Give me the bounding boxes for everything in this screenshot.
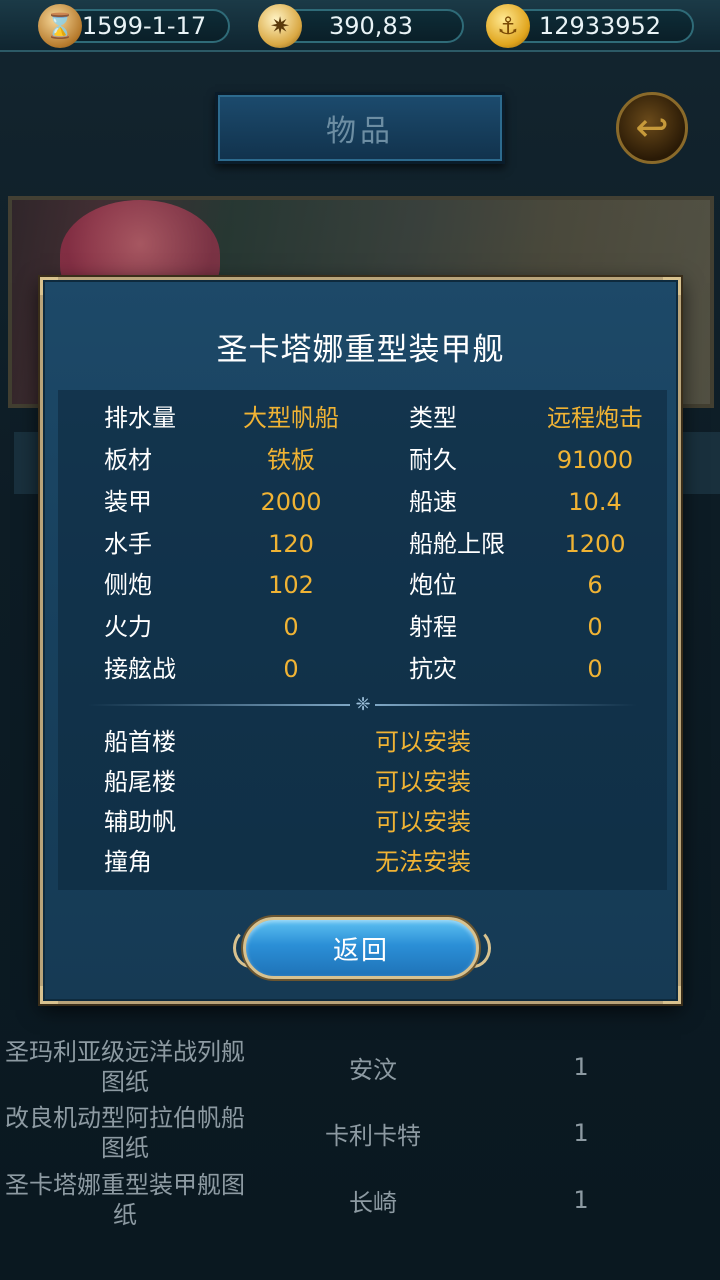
back-button[interactable]: ↩ [616, 92, 688, 164]
stat-label-firepower: 火力 [104, 613, 152, 641]
stat-label-displacement: 排水量 [104, 404, 176, 432]
equip-label-sterncastle: 船尾楼 [104, 768, 176, 796]
stat-value-boarding: 0 [283, 655, 299, 683]
list-item[interactable]: 圣卡塔娜重型装甲舰图纸 长崎 1 [0, 1167, 720, 1233]
item-count: 1 [573, 1053, 589, 1081]
item-name: 改良机动型阿拉伯帆船图纸 [5, 1104, 245, 1162]
stat-label-sailors: 水手 [104, 530, 152, 558]
coordinates-text: 390,83 [329, 12, 413, 40]
corner-ornament [40, 986, 58, 1004]
corner-ornament [663, 277, 681, 295]
corner-ornament [663, 986, 681, 1004]
item-count: 1 [573, 1119, 589, 1147]
item-count: 1 [573, 1186, 589, 1214]
anchor-icon: ⚓ [486, 4, 530, 48]
stat-value-displacement: 大型帆船 [243, 404, 339, 432]
stat-value-cargo-limit: 1200 [564, 530, 626, 558]
stat-value-firepower: 0 [283, 613, 299, 641]
resource-bar: 1599-1-17 ⌛ 390,83 ✷ 12933952 ⚓ [0, 0, 720, 52]
stat-label-side-cannons: 侧炮 [104, 571, 152, 599]
gold-text: 12933952 [538, 12, 662, 40]
stat-value-side-cannons: 102 [268, 571, 314, 599]
ship-name-title: 圣卡塔娜重型装甲舰 [216, 332, 505, 368]
return-button[interactable]: 返回 [243, 917, 479, 979]
compass-icon: ✷ [258, 4, 302, 48]
stat-label-boarding: 接舷战 [104, 655, 176, 683]
equip-label-forecastle: 船首楼 [104, 728, 176, 756]
coordinates-display: 390,83 [278, 9, 464, 43]
divider-ornament-icon: ❈ [355, 694, 371, 715]
equip-value-ram: 无法安装 [375, 848, 471, 876]
stat-value-speed: 10.4 [568, 488, 622, 516]
stat-value-range: 0 [587, 613, 603, 641]
stat-label-type: 类型 [409, 404, 457, 432]
list-item[interactable]: 圣玛利亚级远洋战列舰图纸 安汶 1 [0, 1034, 720, 1100]
corner-ornament [40, 277, 58, 295]
item-name: 圣卡塔娜重型装甲舰图纸 [5, 1171, 245, 1229]
stat-label-durability: 耐久 [409, 446, 457, 474]
stat-value-plating: 铁板 [267, 446, 315, 474]
stat-value-cannon-slots: 6 [587, 571, 603, 599]
stat-label-cargo-limit: 船舱上限 [409, 530, 505, 558]
stat-value-sailors: 120 [268, 530, 314, 558]
list-item[interactable]: 改良机动型阿拉伯帆船图纸 卡利卡特 1 [0, 1100, 720, 1166]
stat-value-armor: 2000 [260, 488, 322, 516]
page-title: 物品 [326, 114, 394, 149]
gold-display: 12933952 [506, 9, 694, 43]
stat-value-disaster-resist: 0 [587, 655, 603, 683]
equip-value-aux-sail: 可以安装 [375, 808, 471, 836]
date-display: 1599-1-17 [58, 9, 230, 43]
stat-value-type: 远程炮击 [547, 404, 643, 432]
page-title-banner: 物品 [215, 92, 505, 164]
section-divider: ❈ [88, 695, 637, 715]
equip-value-forecastle: 可以安装 [375, 728, 471, 756]
stats-panel: 排水量 板材 装甲 水手 侧炮 火力 接舷战 大型帆船 铁板 2000 120 … [58, 390, 667, 890]
ship-info-dialog: 圣卡塔娜重型装甲舰 排水量 板材 装甲 水手 侧炮 火力 接舷战 大型帆船 铁板… [40, 277, 681, 1004]
equip-label-ram: 撞角 [104, 848, 152, 876]
item-port: 长崎 [349, 1188, 397, 1217]
stat-label-speed: 船速 [409, 488, 457, 516]
stat-label-plating: 板材 [104, 446, 152, 474]
equip-value-sterncastle: 可以安装 [375, 768, 471, 796]
item-port: 卡利卡特 [325, 1121, 421, 1150]
equip-label-aux-sail: 辅助帆 [104, 808, 176, 836]
back-arrow-icon: ↩ [635, 105, 669, 151]
divider-line [375, 704, 637, 706]
stat-label-cannon-slots: 炮位 [409, 571, 457, 599]
hourglass-icon: ⌛ [38, 4, 82, 48]
stat-label-disaster-resist: 抗灾 [409, 655, 457, 683]
item-name: 圣玛利亚级远洋战列舰图纸 [5, 1038, 245, 1096]
stat-label-armor: 装甲 [104, 488, 152, 516]
stat-value-durability: 91000 [556, 446, 634, 474]
item-port: 安汶 [349, 1055, 397, 1084]
divider-line [88, 704, 350, 706]
date-text: 1599-1-17 [81, 12, 207, 40]
return-button-label: 返回 [332, 935, 389, 966]
stat-label-range: 射程 [409, 613, 457, 641]
